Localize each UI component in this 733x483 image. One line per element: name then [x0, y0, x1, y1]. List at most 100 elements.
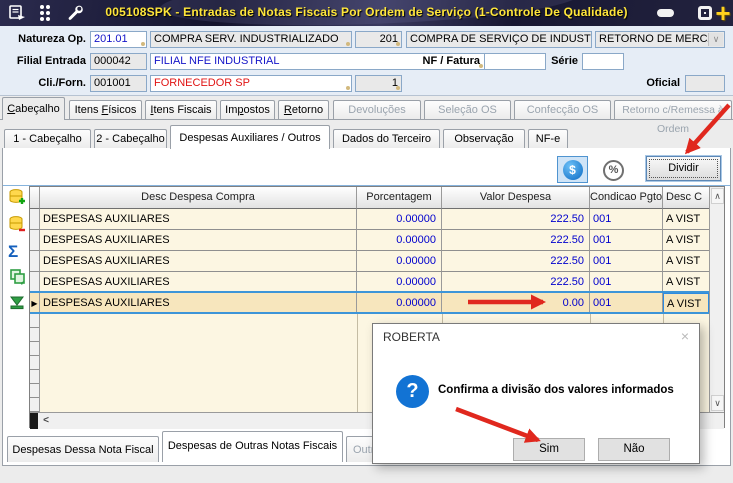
cell-valor[interactable]: 222.50: [442, 272, 590, 293]
filial-code-field[interactable]: 000042: [90, 53, 147, 70]
serie-field[interactable]: [582, 53, 624, 70]
tab-itens-fisicos[interactable]: Itens Físicos: [69, 100, 142, 119]
sim-button[interactable]: Sim: [513, 438, 585, 461]
scroll-down-icon[interactable]: ∨: [711, 395, 724, 411]
chevron-down-icon[interactable]: ∨: [708, 33, 723, 46]
cell-cond[interactable]: 001: [590, 293, 663, 314]
natureza-op-desc-field[interactable]: COMPRA SERV. INDUSTRIALIZADO: [150, 31, 352, 48]
cell-desc-cond[interactable]: A VIST: [663, 230, 709, 251]
question-icon: ?: [396, 375, 429, 408]
tab-cabecalho[interactable]: Cabeçalho: [2, 97, 65, 120]
tipo-retorno-value: RETORNO DE MERCAD: [599, 33, 723, 45]
nao-button[interactable]: Não: [598, 438, 670, 461]
tipo-retorno-combobox[interactable]: RETORNO DE MERCAD ∨: [595, 31, 725, 48]
oficial-field[interactable]: [685, 75, 725, 92]
scroll-up-icon[interactable]: ∧: [711, 188, 724, 204]
move-to-last-row-icon[interactable]: [8, 293, 27, 312]
row-selector[interactable]: [30, 272, 40, 293]
subtab-observacao[interactable]: Observação: [443, 129, 525, 148]
dialog-message: Confirma a divisão dos valores informado…: [438, 384, 674, 396]
nf-fatura-label: NF / Fatura: [422, 55, 480, 67]
cell-desc[interactable]: DESPESAS AUXILIARES: [40, 272, 357, 293]
empty-row-selectors: [30, 314, 40, 412]
window-close-plus-button[interactable]: +: [712, 0, 733, 28]
grid-header-desc[interactable]: Desc Despesa Compra: [40, 187, 357, 209]
cli-forn-code-field[interactable]: 001001: [90, 75, 147, 92]
tab-impostos[interactable]: Impostos: [220, 100, 275, 119]
cell-valor[interactable]: 0.00: [442, 293, 590, 314]
cell-pct[interactable]: 0.00000: [357, 230, 442, 251]
grid-header-desc-condicao[interactable]: Desc C: [663, 187, 709, 209]
tab-retorno-remessa: Retorno c/Remessa à Ordem: [614, 100, 732, 135]
cell-valor[interactable]: 222.50: [442, 251, 590, 272]
scrollbar-corner-block: [30, 413, 38, 429]
natureza-op-code2-field[interactable]: 201: [355, 31, 402, 48]
close-icon[interactable]: ×: [681, 328, 689, 344]
grid-header-valor[interactable]: Valor Despesa: [442, 187, 590, 209]
natureza-op-desc2-field[interactable]: COMPRA DE SERVIÇO DE INDUSTRIAL: [406, 31, 592, 48]
cell-valor[interactable]: 222.50: [442, 230, 590, 251]
confirm-dialog: ROBERTA × ? Confirma a divisão dos valor…: [372, 323, 700, 464]
subtab-2-cabecalho[interactable]: 2 - Cabeçalho: [94, 129, 167, 148]
cell-desc-cond[interactable]: A VIST: [663, 209, 709, 230]
sum-icon[interactable]: Σ: [8, 242, 27, 261]
money-mode-button[interactable]: $: [557, 156, 588, 183]
header-form: Natureza Op. 201.01 COMPRA SERV. INDUSTR…: [0, 26, 733, 96]
cell-cond[interactable]: 001: [590, 272, 663, 293]
grid-header-porcentagem[interactable]: Porcentagem: [357, 187, 442, 209]
window-title: 005108SPK - Entradas de Notas Fiscais Po…: [105, 5, 628, 19]
cell-desc-cond[interactable]: A VIST: [663, 272, 709, 293]
cell-desc-cond-focused[interactable]: A VIST: [663, 293, 709, 314]
tab-itens-fiscais[interactable]: Itens Fiscais: [145, 100, 217, 119]
cell-desc[interactable]: DESPESAS AUXILIARES: [40, 230, 357, 251]
title-bar: 005108SPK - Entradas de Notas Fiscais Po…: [0, 0, 733, 32]
natureza-op-label: Natureza Op.: [18, 33, 86, 45]
bottom-tab-despesas-dessa[interactable]: Despesas Dessa Nota Fiscal: [7, 436, 159, 462]
subtab-1-cabecalho[interactable]: 1 - Cabeçalho: [4, 129, 91, 148]
money-icon: $: [562, 159, 583, 180]
tab-retorno[interactable]: Retorno: [278, 100, 329, 119]
grid-header-selector: [30, 187, 40, 209]
filial-entrada-label: Filial Entrada: [16, 55, 86, 67]
grid-vertical-scrollbar[interactable]: ∧ ∨: [709, 187, 724, 412]
cell-cond[interactable]: 001: [590, 209, 663, 230]
focus-rect: [649, 159, 718, 178]
dividir-button[interactable]: Dividir: [646, 156, 721, 181]
percent-mode-button[interactable]: %: [603, 160, 624, 181]
subtab-dados-terceiro[interactable]: Dados do Terceiro: [333, 129, 440, 148]
cell-desc[interactable]: DESPESAS AUXILIARES: [40, 293, 357, 314]
cell-pct[interactable]: 0.00000: [357, 209, 442, 230]
delete-row-icon[interactable]: [8, 215, 27, 234]
cell-desc[interactable]: DESPESAS AUXILIARES: [40, 209, 357, 230]
oficial-label: Oficial: [646, 77, 680, 89]
subtab-despesas-auxiliares[interactable]: Despesas Auxiliares / Outros: [170, 125, 330, 149]
cell-desc[interactable]: DESPESAS AUXILIARES: [40, 251, 357, 272]
grid-gridline: [357, 314, 358, 412]
add-row-icon[interactable]: [8, 188, 27, 207]
row-marker-icon[interactable]: ▶: [30, 293, 40, 314]
natureza-op-code-field[interactable]: 201.01: [90, 31, 147, 48]
row-selector[interactable]: [30, 251, 40, 272]
bottom-tab-despesas-outras[interactable]: Despesas de Outras Notas Fiscais: [162, 431, 343, 462]
cell-desc-cond[interactable]: A VIST: [663, 251, 709, 272]
cell-pct[interactable]: 0.00000: [357, 293, 442, 314]
copy-rows-icon[interactable]: [8, 267, 27, 286]
row-selector[interactable]: [30, 230, 40, 251]
cell-pct[interactable]: 0.00000: [357, 272, 442, 293]
cli-forn-label: Cli./Forn.: [38, 77, 86, 89]
cell-cond[interactable]: 001: [590, 251, 663, 272]
nf-fatura-field[interactable]: [484, 53, 546, 70]
grid-header-condicao[interactable]: Condicao Pgto: [590, 187, 663, 209]
dialog-title: ROBERTA: [383, 330, 440, 344]
cell-valor[interactable]: 222.50: [442, 209, 590, 230]
cli-forn-seq-field[interactable]: 1: [355, 75, 402, 92]
cell-pct[interactable]: 0.00000: [357, 251, 442, 272]
tab-selecao-os: Seleção OS: [424, 100, 511, 119]
cell-cond[interactable]: 001: [590, 230, 663, 251]
cli-forn-desc-field[interactable]: FORNECEDOR SP: [150, 75, 352, 92]
application-window: 005108SPK - Entradas de Notas Fiscais Po…: [0, 0, 733, 483]
scroll-left-icon[interactable]: <: [39, 414, 53, 428]
minimize-button[interactable]: [652, 0, 678, 26]
row-selector[interactable]: [30, 209, 40, 230]
subtab-nfe[interactable]: NF-e: [528, 129, 568, 148]
